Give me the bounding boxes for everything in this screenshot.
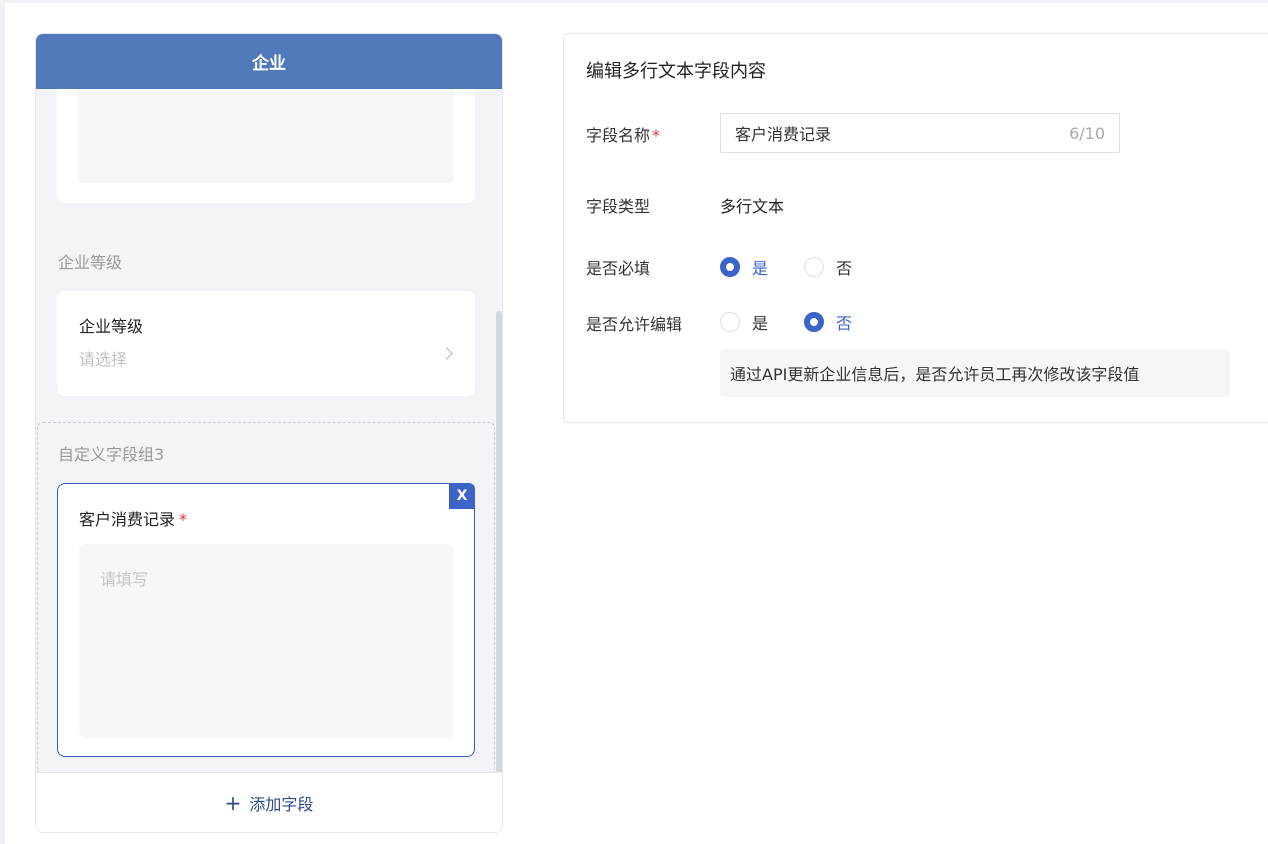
char-counter: 6/10 — [1069, 124, 1105, 143]
required-label: 是否必填 — [586, 259, 651, 278]
preview-textarea — [78, 89, 454, 183]
editable-no-radio[interactable]: 否 — [804, 310, 852, 334]
preview-textarea: 请填写 — [79, 544, 454, 738]
preview-header-title: 企业 — [252, 54, 286, 74]
preview-field-card-selected[interactable]: 客户消费记录 * 请填写 X — [57, 483, 475, 757]
group-title: 自定义字段组3 — [58, 445, 165, 464]
scrollbar[interactable] — [496, 311, 502, 773]
field-label: 客户消费记录 * — [79, 510, 188, 529]
required-mark: * — [652, 126, 661, 145]
group-title: 企业等级 — [58, 253, 123, 272]
required-no-radio[interactable]: 否 — [804, 255, 852, 279]
preview-field-card[interactable] — [57, 89, 475, 203]
preview-field-card-level[interactable]: 企业等级 请选择 — [57, 291, 475, 396]
required-mark: * — [179, 510, 188, 529]
required-yes-radio[interactable]: 是 — [720, 255, 768, 279]
radio-unchecked-icon — [720, 312, 740, 332]
required-radio-group: 是 否 — [720, 255, 888, 279]
radio-checked-icon — [720, 257, 740, 277]
editable-hint: 通过API更新企业信息后，是否允许员工再次修改该字段值 — [720, 349, 1230, 397]
mobile-preview-panel: 企业 企业等级 企业等级 请选择 自定义字段组3 客户消费记录 * 请填写 X +… — [35, 33, 503, 833]
add-field-button[interactable]: + 添加字段 — [36, 772, 502, 832]
radio-checked-icon — [804, 312, 825, 332]
field-type-label: 字段类型 — [586, 197, 651, 216]
chevron-right-icon — [440, 347, 453, 360]
add-field-label: 添加字段 — [249, 794, 314, 814]
remove-field-button[interactable]: X — [449, 483, 475, 509]
field-editor-panel: 编辑多行文本字段内容 字段名称* 6/10 字段类型 多行文本 是否必填 是 否… — [563, 33, 1268, 423]
preview-body[interactable]: 企业等级 企业等级 请选择 自定义字段组3 客户消费记录 * 请填写 X — [36, 89, 502, 773]
editable-radio-group: 是 否 — [720, 310, 888, 334]
field-name-input-wrapper[interactable]: 6/10 — [720, 113, 1120, 153]
field-name-input[interactable] — [735, 114, 1055, 152]
left-strip — [0, 0, 5, 844]
plus-icon: + — [224, 790, 242, 815]
top-strip — [0, 0, 1268, 3]
editable-label: 是否允许编辑 — [586, 315, 683, 334]
editor-title: 编辑多行文本字段内容 — [586, 61, 766, 82]
select-placeholder: 请选择 — [79, 350, 128, 369]
field-label: 企业等级 — [79, 317, 144, 336]
field-type-value: 多行文本 — [720, 197, 785, 216]
field-name-label: 字段名称 * — [586, 126, 661, 145]
editable-yes-radio[interactable]: 是 — [720, 310, 768, 334]
textarea-placeholder: 请填写 — [100, 570, 149, 589]
radio-unchecked-icon — [804, 257, 825, 277]
preview-header: 企业 — [36, 34, 502, 89]
